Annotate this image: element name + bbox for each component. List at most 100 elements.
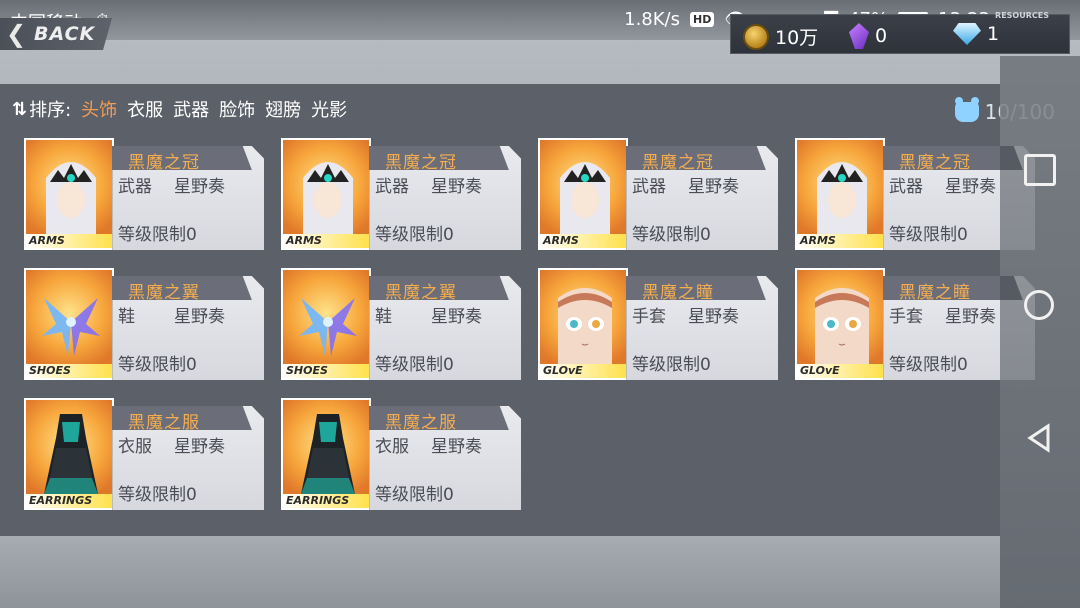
item-card[interactable]: EARRINGS 黑魔之服 衣服 星野奏 等级限制0	[24, 398, 264, 510]
item-thumbnail: EARRINGS	[281, 398, 371, 510]
item-level-limit: 等级限制0	[375, 220, 454, 245]
item-card[interactable]: ARMS 黑魔之冠 武器 星野奏 等级限制0	[538, 138, 778, 250]
item-name: 黑魔之翼	[385, 283, 457, 303]
hd-icon: HD	[690, 12, 715, 27]
item-thumbnail: SHOES	[281, 268, 371, 380]
item-name: 黑魔之冠	[385, 153, 457, 173]
sort-icon[interactable]: ⇅	[12, 99, 27, 120]
item-card[interactable]: ARMS 黑魔之冠 武器 星野奏 等级限制0	[281, 138, 521, 250]
item-name: 黑魔之冠	[642, 153, 714, 173]
item-character: 星野奏	[431, 307, 482, 327]
item-level-value: 0	[957, 355, 968, 375]
item-level-value: 0	[186, 225, 197, 245]
item-character: 星野奏	[688, 177, 739, 197]
item-card[interactable]: GLOvE 黑魔之瞳 手套 星野奏 等级限制0	[795, 268, 1035, 380]
item-level-label: 等级限制	[889, 355, 957, 375]
item-character: 星野奏	[174, 437, 225, 457]
sort-option-clothes[interactable]: 衣服	[127, 96, 163, 122]
coin-icon	[743, 23, 769, 50]
item-level-label: 等级限制	[118, 355, 186, 375]
item-category: 武器	[375, 177, 409, 197]
item-character: 星野奏	[431, 177, 482, 197]
dress-art-icon	[44, 414, 98, 494]
item-character: 星野奏	[431, 437, 482, 457]
wing-art-icon	[299, 298, 357, 356]
item-level-value: 0	[443, 485, 454, 505]
item-name: 黑魔之翼	[128, 283, 200, 303]
coin-amount: 10万	[775, 27, 819, 49]
item-category: 武器	[889, 177, 923, 197]
item-name: 黑魔之服	[128, 413, 200, 433]
item-level-value: 0	[186, 355, 197, 375]
item-slot-tag: EARRINGS	[283, 494, 369, 508]
item-level-limit: 等级限制0	[632, 220, 711, 245]
sort-option-headwear[interactable]: 头饰	[81, 96, 117, 122]
item-category: 鞋	[375, 307, 392, 327]
sort-option-weapon[interactable]: 武器	[173, 96, 209, 122]
item-name: 黑魔之冠	[128, 153, 200, 173]
coin-resource[interactable]: 10万	[743, 23, 818, 50]
crown-art-icon	[46, 162, 96, 234]
item-slot-tag: ARMS	[283, 234, 369, 248]
item-level-limit: 等级限制0	[118, 480, 197, 505]
item-slot-tag: GLOvE	[540, 364, 626, 378]
sort-option-wings[interactable]: 翅膀	[265, 96, 301, 122]
sort-option-face[interactable]: 脸饰	[219, 96, 255, 122]
sort-bar: ⇅ 排序: 头饰 衣服 武器 脸饰 翅膀 光影	[12, 96, 347, 122]
item-name: 黑魔之服	[385, 413, 457, 433]
item-name: 黑魔之冠	[899, 153, 971, 173]
diamond-icon	[953, 23, 981, 45]
bag-icon	[954, 97, 979, 122]
home-button[interactable]	[1024, 290, 1054, 320]
item-character: 星野奏	[174, 307, 225, 327]
item-card[interactable]: ARMS 黑魔之冠 武器 星野奏 等级限制0	[795, 138, 1035, 250]
wing-art-icon	[42, 298, 100, 356]
item-thumbnail: ARMS	[281, 138, 371, 250]
item-name: 黑魔之瞳	[642, 283, 714, 303]
item-title-band: 黑魔之冠	[369, 146, 509, 173]
net-speed: 1.8K/s	[624, 9, 680, 30]
bottom-background	[0, 536, 1000, 608]
item-level-label: 等级限制	[118, 225, 186, 245]
item-level-value: 0	[700, 225, 711, 245]
crystal-resource[interactable]: 0	[849, 23, 887, 49]
resources-title: RESOURCES	[995, 11, 1049, 20]
item-card[interactable]: GLOvE 黑魔之瞳 手套 星野奏 等级限制0	[538, 268, 778, 380]
crystal-amount: 0	[875, 25, 888, 47]
item-card[interactable]: SHOES 黑魔之翼 鞋 星野奏 等级限制0	[281, 268, 521, 380]
item-card[interactable]: ARMS 黑魔之冠 武器 星野奏 等级限制0	[24, 138, 264, 250]
item-category: 衣服	[375, 437, 409, 457]
item-card[interactable]: EARRINGS 黑魔之服 衣服 星野奏 等级限制0	[281, 398, 521, 510]
item-character: 星野奏	[688, 307, 739, 327]
item-level-limit: 等级限制0	[118, 350, 197, 375]
item-title-band: 黑魔之翼	[112, 276, 252, 303]
item-slot-tag: SHOES	[283, 364, 369, 378]
item-level-value: 0	[443, 225, 454, 245]
item-level-label: 等级限制	[889, 225, 957, 245]
item-level-value: 0	[957, 225, 968, 245]
back-label: BACK	[34, 23, 96, 45]
item-category: 手套	[889, 307, 923, 327]
nav-back-button[interactable]	[1024, 422, 1056, 454]
item-title-band: 黑魔之冠	[626, 146, 766, 173]
back-arrow-icon: ❮	[6, 20, 27, 48]
back-button[interactable]: ❮ BACK	[0, 18, 112, 50]
diamond-resource[interactable]: 1	[953, 23, 999, 45]
resources-panel: RESOURCES 10万 0 1	[730, 11, 1070, 54]
item-thumbnail: SHOES	[24, 268, 114, 380]
recent-apps-button[interactable]	[1024, 154, 1056, 186]
dress-art-icon	[301, 414, 355, 494]
item-level-limit: 等级限制0	[375, 350, 454, 375]
item-thumbnail: EARRINGS	[24, 398, 114, 510]
item-level-value: 0	[700, 355, 711, 375]
item-level-limit: 等级限制0	[632, 350, 711, 375]
item-name: 黑魔之瞳	[899, 283, 971, 303]
item-slot-tag: ARMS	[540, 234, 626, 248]
item-thumbnail: ARMS	[795, 138, 885, 250]
item-card[interactable]: SHOES 黑魔之翼 鞋 星野奏 等级限制0	[24, 268, 264, 380]
item-thumbnail: GLOvE	[795, 268, 885, 380]
sort-option-light[interactable]: 光影	[311, 96, 347, 122]
crown-art-icon	[303, 162, 353, 234]
android-nav-bar	[1000, 56, 1080, 608]
crystal-icon	[849, 23, 869, 49]
